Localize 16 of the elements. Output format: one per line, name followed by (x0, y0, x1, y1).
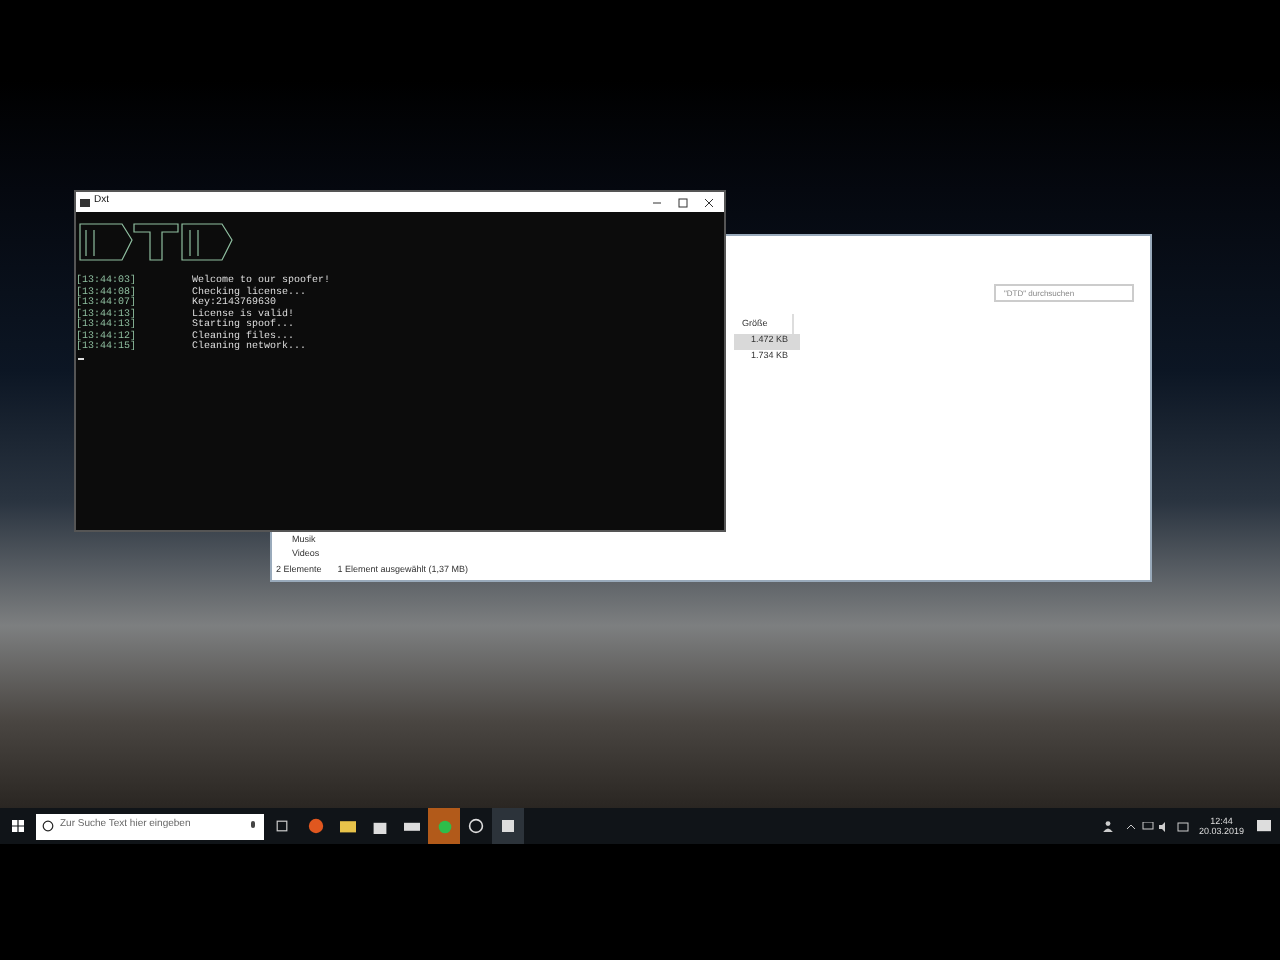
search-icon[interactable] (42, 820, 54, 832)
folder-icon[interactable] (340, 818, 356, 834)
network-icon[interactable] (1142, 821, 1155, 831)
volume-icon[interactable] (1158, 821, 1171, 831)
console-icon[interactable] (500, 820, 516, 832)
browser-icon[interactable] (308, 818, 324, 834)
person-icon[interactable] (1102, 820, 1115, 832)
console-icon[interactable] (80, 197, 90, 207)
task-view-icon[interactable] (276, 820, 288, 832)
windows-start-icon[interactable] (12, 820, 24, 832)
maximize-icon[interactable] (678, 197, 688, 207)
close-icon[interactable] (704, 197, 714, 207)
microphone-icon[interactable] (248, 820, 258, 832)
minimize-icon[interactable] (652, 197, 662, 207)
console-taskbar-button[interactable] (492, 808, 524, 844)
chevron-up-icon[interactable] (1126, 821, 1137, 831)
